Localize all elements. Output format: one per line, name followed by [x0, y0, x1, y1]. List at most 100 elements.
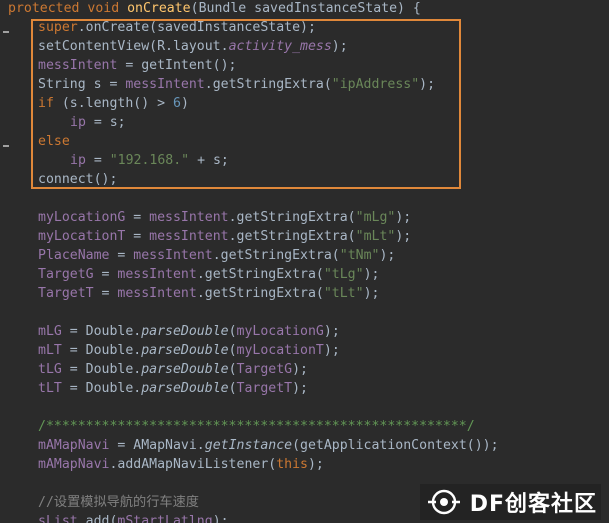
code-token: );	[307, 457, 324, 472]
code-token: tLG	[38, 362, 62, 377]
code-token: .getStringExtra(	[204, 77, 332, 92]
code-token: =	[109, 248, 134, 263]
code-token: myLocationG	[236, 324, 324, 339]
code-token: protected void	[8, 1, 128, 16]
code-token: setContentView(R.layout.	[38, 39, 229, 54]
code-token: = Double.	[61, 381, 142, 396]
code-token: );	[363, 286, 380, 301]
code-token: ip	[70, 115, 86, 130]
code-token: mLT	[38, 343, 62, 358]
code-token: myLocationG	[38, 210, 126, 225]
code-line: connect();	[38, 170, 117, 189]
code-token: .getStringExtra(	[196, 267, 324, 282]
code-editor[interactable]: protected void onCreate(Bundle savedInst…	[0, 0, 609, 523]
code-token: .onCreate(savedInstanceState);	[77, 20, 316, 35]
code-token: =	[93, 267, 118, 282]
code-token: activity_mess	[228, 39, 332, 54]
code-line: if (s.length() > 6)	[38, 94, 189, 113]
code-token: mLG	[38, 324, 62, 339]
code-token: = AMapNavi.	[109, 438, 205, 453]
code-token: messIntent	[149, 229, 229, 244]
code-token: .addAMapNaviListener(	[109, 457, 277, 472]
code-token: messIntent	[117, 286, 197, 301]
code-line: mLT = Double.parseDouble(myLocationT);	[38, 341, 340, 360]
code-line: else	[38, 132, 70, 151]
code-token: );	[323, 324, 340, 339]
code-token: myLocationT	[38, 229, 126, 244]
code-line: super.onCreate(savedInstanceState);	[38, 18, 316, 37]
code-token: );	[395, 210, 412, 225]
code-token: = getIntent();	[117, 58, 237, 73]
code-token: connect();	[38, 172, 118, 187]
code-token: onCreate	[127, 1, 191, 16]
code-token: messIntent	[149, 210, 229, 225]
code-token: );	[363, 267, 380, 282]
code-line: //设置模拟导航的行车速度	[38, 493, 199, 512]
code-token: "mLt"	[355, 229, 396, 244]
code-token: parseDouble	[141, 324, 229, 339]
code-token: this	[276, 457, 308, 472]
code-token: messIntent	[117, 267, 197, 282]
code-line: sList.add(mStartLatlng);	[38, 512, 229, 523]
code-token: getInstance	[204, 438, 293, 453]
code-token: =	[125, 229, 150, 244]
code-line: String s = messIntent.getStringExtra("ip…	[38, 75, 435, 94]
code-token: PlaceName	[38, 248, 110, 263]
code-token: tLT	[38, 381, 62, 396]
code-token: messIntent	[133, 248, 213, 263]
code-token: else	[38, 134, 70, 149]
code-line: mAMapNavi = AMapNavi.getInstance(getAppl…	[38, 436, 499, 455]
code-line: ip = s;	[70, 113, 126, 132]
code-line: setContentView(R.layout.activity_mess);	[38, 37, 348, 56]
code-line: messIntent = getIntent();	[38, 56, 237, 75]
code-token: =	[93, 286, 118, 301]
code-token: .getStringExtra(	[228, 210, 356, 225]
code-line: PlaceName = messIntent.getStringExtra("t…	[38, 246, 395, 265]
code-token: (	[228, 362, 237, 377]
code-token: =	[125, 210, 150, 225]
code-token: "tLg"	[323, 267, 364, 282]
code-token: parseDouble	[141, 362, 229, 377]
code-token: = s;	[85, 115, 126, 130]
code-token: /***************************************…	[38, 419, 475, 434]
code-line: myLocationG = messIntent.getStringExtra(…	[38, 208, 411, 227]
code-line: /***************************************…	[38, 417, 475, 436]
code-token: =	[85, 153, 110, 168]
code-token: //设置模拟导航的行车速度	[38, 495, 199, 510]
code-token: .getStringExtra(	[228, 229, 356, 244]
code-line: mLG = Double.parseDouble(myLocationG);	[38, 322, 340, 341]
watermark: DF创客社区	[419, 484, 601, 520]
code-token: (Bundle savedInstanceState) {	[190, 1, 421, 16]
code-token: "192.168."	[109, 153, 190, 168]
code-token: 6	[172, 96, 181, 111]
code-token: TargetT	[236, 381, 293, 396]
code-token: super	[38, 20, 78, 35]
code-token: );	[212, 514, 229, 523]
code-line: tLT = Double.parseDouble(TargetT);	[38, 379, 308, 398]
code-token: TargetG	[38, 267, 94, 282]
code-line: protected void onCreate(Bundle savedInst…	[8, 0, 421, 18]
code-token: TargetT	[38, 286, 94, 301]
code-token: .add(	[77, 514, 118, 523]
code-token: TargetG	[236, 362, 293, 377]
code-token: = Double.	[61, 343, 142, 358]
code-token: );	[292, 362, 308, 377]
code-token: (	[228, 343, 237, 358]
code-token: );	[331, 39, 348, 54]
fold-marker	[3, 145, 9, 147]
code-token: (	[228, 381, 237, 396]
code-token: .getStringExtra(	[196, 286, 324, 301]
fold-marker	[3, 31, 9, 33]
code-token: "mLg"	[355, 210, 396, 225]
watermark-text: DF创客社区	[469, 492, 597, 517]
code-token: )	[180, 96, 189, 111]
code-token: (s.length() >	[61, 96, 173, 111]
code-token: mAMapNavi	[38, 438, 110, 453]
code-line: TargetG = messIntent.getStringExtra("tLg…	[38, 265, 379, 284]
code-token: parseDouble	[141, 343, 229, 358]
code-token: parseDouble	[141, 381, 229, 396]
code-line: TargetT = messIntent.getStringExtra("tLt…	[38, 284, 379, 303]
code-token: );	[379, 248, 396, 263]
code-token: (getApplicationContext());	[292, 438, 499, 453]
code-token: sList	[38, 514, 78, 523]
